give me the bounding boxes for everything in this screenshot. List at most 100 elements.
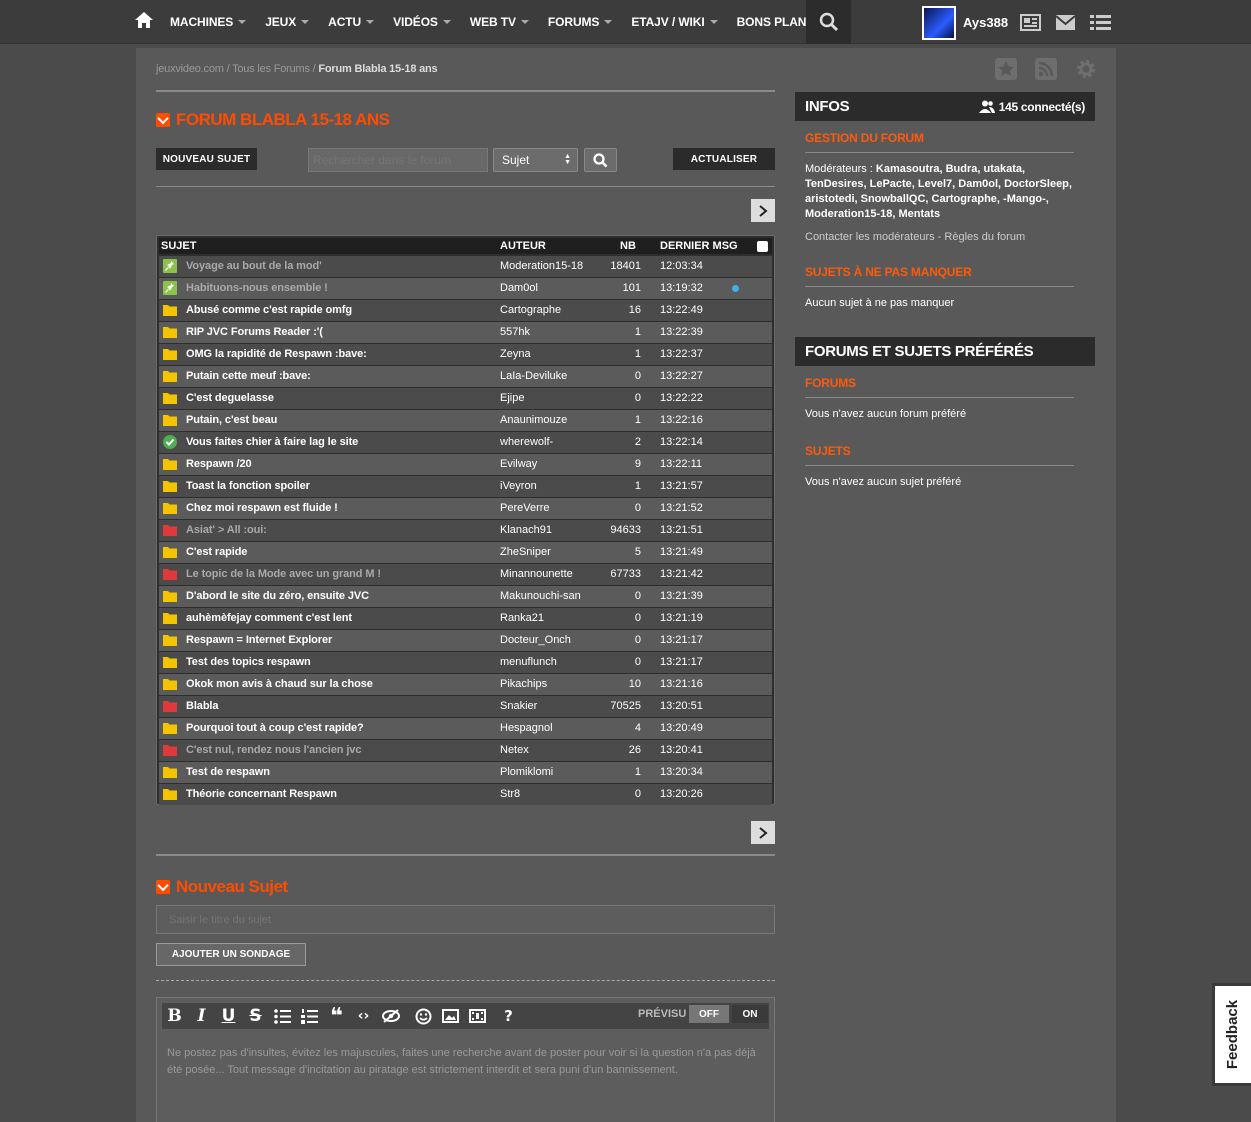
- topic-author[interactable]: Evilway: [500, 458, 537, 470]
- topic-author[interactable]: wherewolf-: [500, 436, 553, 448]
- topic-subject-link[interactable]: D'abord le site du zéro, ensuite JVC: [186, 590, 369, 602]
- news-icon[interactable]: [1020, 14, 1041, 31]
- table-row[interactable]: Okok mon avis à chaud sur la chose Pikach…: [159, 674, 772, 695]
- breadcrumb-all-forums-link[interactable]: Tous les Forums: [232, 63, 310, 75]
- nav-item-jeux[interactable]: JEUX: [265, 15, 310, 29]
- topic-last-message[interactable]: 13:20:49: [660, 722, 703, 734]
- topic-subject-link[interactable]: Abusé comme c'est rapide omfg: [186, 304, 352, 316]
- topic-title-input[interactable]: [156, 905, 775, 934]
- star-icon[interactable]: [995, 58, 1017, 80]
- chevron-down-icon[interactable]: [156, 113, 170, 127]
- topic-last-message[interactable]: 12:03:34: [660, 260, 703, 272]
- new-topic-button[interactable]: NOUVEAU SUJET: [156, 148, 257, 170]
- topic-last-message[interactable]: 13:22:22: [660, 392, 703, 404]
- topic-last-message[interactable]: 13:22:39: [660, 326, 703, 338]
- header-search-button[interactable]: [806, 0, 851, 44]
- topic-subject-link[interactable]: Le topic de la Mode avec un grand M !: [186, 568, 381, 580]
- forum-search-input[interactable]: [308, 148, 488, 172]
- feedback-button[interactable]: Feedback: [1212, 983, 1251, 1086]
- topic-last-message[interactable]: 13:22:14: [660, 436, 703, 448]
- breadcrumb-site-link[interactable]: jeuxvideo.com: [156, 63, 224, 75]
- table-row[interactable]: C'est deguelasse Ejipe 0 13:22:22: [159, 388, 772, 409]
- table-row[interactable]: D'abord le site du zéro, ensuite JVC Maku…: [159, 586, 772, 607]
- topic-author[interactable]: Makunouchi-san: [500, 590, 581, 602]
- table-row[interactable]: auhèmèfejay comment c'est lent Ranka21 0 13…: [159, 608, 772, 629]
- gear-icon[interactable]: [1075, 58, 1097, 80]
- italic-icon[interactable]: I: [189, 1004, 214, 1028]
- strikethrough-icon[interactable]: S: [243, 1004, 268, 1028]
- topic-last-message[interactable]: 13:22:49: [660, 304, 703, 316]
- topic-subject-link[interactable]: OMG la rapidité de Respawn :bave:: [186, 348, 367, 360]
- topic-subject-link[interactable]: Vous faites chier à faire lag le site: [186, 436, 358, 448]
- topic-author[interactable]: Zeyna: [500, 348, 531, 360]
- topic-author[interactable]: PereVerre: [500, 502, 550, 514]
- table-row[interactable]: Abusé comme c'est rapide omfg Cartographe…: [159, 300, 772, 321]
- topic-last-message[interactable]: 13:21:17: [660, 656, 703, 668]
- topic-subject-link[interactable]: C'est nul, rendez nous l'ancien jvc: [186, 744, 361, 756]
- topic-subject-link[interactable]: Toast la fonction spoiler: [186, 480, 310, 492]
- topic-last-message[interactable]: 13:20:51: [660, 700, 703, 712]
- topic-last-message[interactable]: 13:21:57: [660, 480, 703, 492]
- help-icon[interactable]: ?: [496, 1004, 521, 1028]
- nav-item-etajv-wiki[interactable]: ETAJV / WIKI: [631, 15, 718, 29]
- topic-author[interactable]: LaIa-Deviluke: [500, 370, 567, 382]
- nav-item-vidéos[interactable]: VIDÉOS: [393, 15, 451, 29]
- table-row[interactable]: Test des topics respawn menuflunch 0 13:21:…: [159, 652, 772, 673]
- topic-subject-link[interactable]: Pourquoi tout à coup c'est rapide?: [186, 722, 364, 734]
- nav-item-forums[interactable]: FORUMS: [548, 15, 613, 29]
- refresh-button[interactable]: ACTUALISER: [673, 148, 775, 170]
- next-page-button-bottom[interactable]: [751, 821, 775, 844]
- bold-icon[interactable]: B: [162, 1004, 187, 1028]
- menu-list-icon[interactable]: [1090, 14, 1111, 31]
- topic-author[interactable]: iVeyron: [500, 480, 537, 492]
- spoiler-hidden-icon[interactable]: [378, 1004, 403, 1028]
- table-row[interactable]: Pourquoi tout à coup c'est rapide? Hespag…: [159, 718, 772, 739]
- topic-author[interactable]: Anaunimouze: [500, 414, 567, 426]
- topic-last-message[interactable]: 13:22:16: [660, 414, 703, 426]
- topic-last-message[interactable]: 13:20:34: [660, 766, 703, 778]
- topic-last-message[interactable]: 13:21:52: [660, 502, 703, 514]
- nav-item-bons-plans[interactable]: BONS PLANS: [737, 15, 815, 29]
- topic-subject-link[interactable]: C'est deguelasse: [186, 392, 274, 404]
- topic-author[interactable]: Netex: [500, 744, 529, 756]
- topic-last-message[interactable]: 13:20:41: [660, 744, 703, 756]
- nav-item-machines[interactable]: MACHINES: [170, 15, 247, 29]
- topic-last-message[interactable]: 13:21:51: [660, 524, 703, 536]
- topic-subject-link[interactable]: Habituons-nous ensemble !: [186, 282, 328, 294]
- topic-subject-link[interactable]: Putain cette meuf :bave:: [186, 370, 311, 382]
- table-row[interactable]: Putain cette meuf :bave: LaIa-Deviluke 0 13…: [159, 366, 772, 387]
- table-row[interactable]: C'est nul, rendez nous l'ancien jvc Netex…: [159, 740, 772, 761]
- topic-last-message[interactable]: 13:21:16: [660, 678, 703, 690]
- message-textarea[interactable]: Ne postez pas d'insultes, évitez les maj…: [167, 1045, 767, 1079]
- topic-subject-link[interactable]: Test de respawn: [186, 766, 270, 778]
- video-icon[interactable]: [465, 1004, 490, 1028]
- username[interactable]: Ays388: [963, 15, 1008, 30]
- table-row[interactable]: RIP JVC Forums Reader :'(557hk 1 13:22:39: [159, 322, 772, 343]
- topic-last-message[interactable]: 13:22:27: [660, 370, 703, 382]
- avatar[interactable]: [922, 6, 956, 40]
- select-all-checkbox[interactable]: [757, 241, 768, 252]
- preview-on-button[interactable]: ON: [732, 1005, 768, 1023]
- topic-subject-link[interactable]: Respawn = Internet Explorer: [186, 634, 332, 646]
- contact-moderators-link[interactable]: Contacter les modérateurs: [805, 231, 935, 243]
- table-row[interactable]: Vous faites chier à faire lag le site whe…: [159, 432, 772, 453]
- topic-last-message[interactable]: 13:21:49: [660, 546, 703, 558]
- topic-last-message[interactable]: 13:20:26: [660, 788, 703, 800]
- next-page-button-top[interactable]: [751, 199, 775, 222]
- home-icon[interactable]: [134, 10, 154, 30]
- topic-author[interactable]: menuflunch: [500, 656, 557, 668]
- table-row[interactable]: Respawn /20 Evilway 9 13:22:11: [159, 454, 772, 475]
- topic-author[interactable]: Moderation15-18: [500, 260, 583, 272]
- topic-subject-link[interactable]: Voyage au bout de la mod': [186, 260, 322, 272]
- image-icon[interactable]: [438, 1004, 463, 1028]
- topic-author[interactable]: Ranka21: [500, 612, 544, 624]
- topic-author[interactable]: Pikachips: [500, 678, 547, 690]
- nav-item-actu[interactable]: ACTU: [328, 15, 375, 29]
- topic-subject-link[interactable]: Putain, c'est beau: [186, 414, 277, 426]
- chevron-down-icon[interactable]: [156, 880, 170, 894]
- code-icon[interactable]: ‹›: [351, 1004, 376, 1028]
- nav-item-web-tv[interactable]: WEB TV: [470, 15, 529, 29]
- topic-subject-link[interactable]: RIP JVC Forums Reader :'(: [186, 326, 323, 338]
- topic-last-message[interactable]: 13:19:32: [660, 282, 703, 294]
- table-row[interactable]: Le topic de la Mode avec un grand M ! Min…: [159, 564, 772, 585]
